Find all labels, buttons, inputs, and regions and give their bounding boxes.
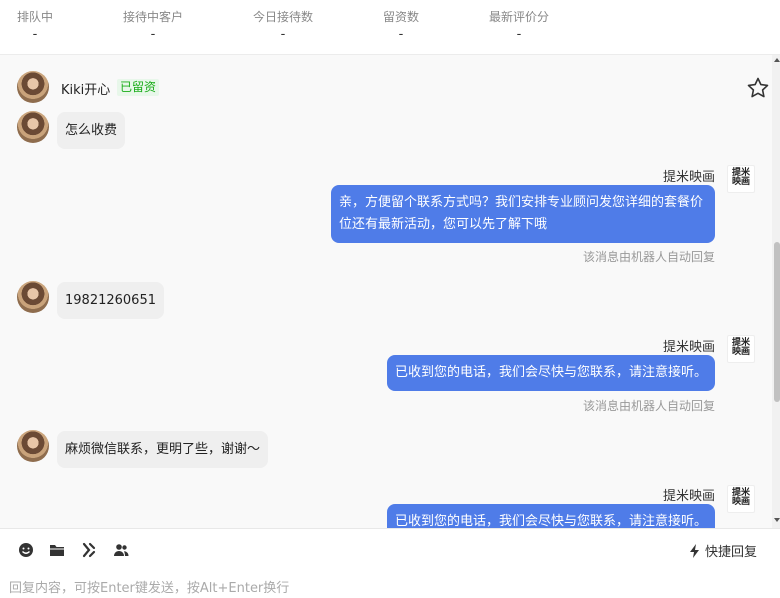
stat-label: 最新评价分 (489, 10, 550, 24)
stat-rating: 最新评价分 - (489, 8, 549, 42)
quick-reply-button[interactable]: 快捷回复 (688, 541, 757, 560)
agent-message: 已收到您的电话，我们会尽快与您联系，请注意接听。 (386, 504, 715, 528)
customer-message: 麻烦微信联系，更明了些，谢谢～ (57, 431, 269, 468)
quick-reply-label: 快捷回复 (705, 545, 758, 560)
stat-label: 排队中 (17, 10, 54, 24)
stat-value: - (32, 27, 38, 42)
emoji-icon[interactable] (17, 541, 35, 559)
composer: 快捷回复 (0, 528, 780, 598)
scroll-up-arrow[interactable] (774, 58, 780, 62)
customer-avatar[interactable] (17, 430, 49, 462)
stat-label: 今日接待数 (253, 10, 314, 24)
customer-avatar[interactable] (17, 111, 49, 143)
customer-avatar[interactable] (17, 71, 49, 103)
stat-leads: 留资数 - (383, 8, 419, 42)
scroll-down-arrow[interactable] (774, 518, 780, 522)
customer-message: 19821260651 (57, 282, 164, 319)
brand-avatar: 提米映画 (727, 485, 755, 513)
stats-bar: 排队中 - 接待中客户 - 今日接待数 - 留资数 - 最新评价分 - (0, 0, 780, 55)
agent-message: 亲，方便留个联系方式吗？我们安排专业顾问发您详细的套餐价位还有最新活动，您可以先… (331, 185, 715, 243)
agent-name: 提米映画 (662, 170, 715, 185)
stat-queue: 排队中 - (17, 8, 53, 42)
brand-avatar: 提米映画 (727, 165, 755, 193)
stat-value: - (150, 27, 156, 42)
auto-reply-note: 该消息由机器人自动回复 (582, 250, 715, 264)
lightning-icon (690, 543, 699, 558)
brand-avatar-text: 提米映画 (732, 338, 751, 357)
customer-name[interactable]: Kiki开心 (61, 79, 110, 98)
stat-today: 今日接待数 - (253, 8, 313, 42)
scrollbar-thumb[interactable] (774, 242, 780, 402)
auto-reply-note: 该消息由机器人自动回复 (582, 399, 715, 413)
stat-serving: 接待中客户 - (123, 8, 183, 42)
stat-value: - (516, 27, 522, 42)
stat-value: - (280, 27, 286, 42)
star-icon[interactable] (746, 76, 770, 100)
brand-avatar-text: 提米映画 (732, 488, 751, 507)
agent-name: 提米映画 (662, 489, 715, 504)
shortcut-icon[interactable] (80, 541, 98, 559)
stat-value: - (398, 27, 404, 42)
chat-area[interactable]: Kiki开心 已留资 怎么收费 提米映画 提米映画 亲，方便留个联系方式吗？我们… (0, 55, 780, 528)
brand-avatar: 提米映画 (727, 335, 755, 363)
customer-message: 怎么收费 (57, 112, 126, 149)
agent-message: 已收到您的电话，我们会尽快与您联系，请注意接听。 (386, 355, 715, 391)
lead-status-badge: 已留资 (117, 79, 160, 96)
stat-label: 接待中客户 (123, 10, 184, 24)
reply-input[interactable] (9, 578, 769, 598)
folder-icon[interactable] (48, 541, 66, 559)
agent-name: 提米映画 (662, 340, 715, 355)
brand-avatar-text: 提米映画 (732, 168, 751, 187)
contacts-icon[interactable] (112, 541, 130, 559)
stat-label: 留资数 (383, 10, 420, 24)
customer-avatar[interactable] (17, 281, 49, 313)
